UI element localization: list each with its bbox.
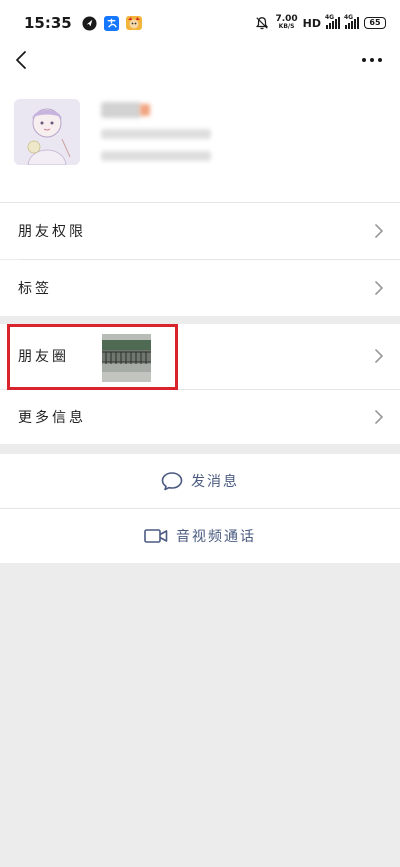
chat-bubble-icon — [161, 472, 183, 491]
menu-item-moments[interactable]: 朋友圈 — [0, 324, 400, 389]
redacted-nickname — [101, 102, 141, 118]
network-speed-unit: KB/S — [278, 23, 295, 30]
video-camera-icon — [144, 529, 168, 543]
video-call-button[interactable]: 音视频通话 — [0, 509, 400, 563]
contact-profile-page: 15:35 7.00 KB/S HD 4G 4G 65 朋友权限 标签 朋友圈 … — [0, 0, 400, 867]
hd-voice-label: HD — [302, 16, 321, 30]
network-speed-value: 7.00 — [275, 14, 298, 24]
status-bar: 15:35 7.00 KB/S HD 4G 4G 65 — [0, 0, 400, 46]
network-speed: 7.00 KB/S — [275, 15, 297, 31]
status-time: 15:35 — [24, 14, 72, 32]
signal-2-network-type: 4G — [344, 14, 354, 21]
chevron-left-icon[interactable] — [12, 48, 30, 72]
send-message-label: 发消息 — [191, 474, 239, 490]
mute-bell-icon — [254, 15, 270, 31]
signal-1-network-type: 4G — [325, 14, 335, 21]
send-message-button[interactable]: 发消息 — [0, 454, 400, 508]
menu-item-label: 朋友权限 — [18, 224, 86, 240]
redacted-gender-badge — [140, 104, 150, 116]
menu-item-label: 更多信息 — [18, 410, 86, 426]
chevron-right-icon — [375, 224, 383, 238]
chevron-right-icon — [375, 281, 383, 295]
status-system-indicators: 7.00 KB/S HD 4G 4G 65 — [254, 14, 386, 31]
menu-item-more-info[interactable]: 更多信息 — [0, 390, 400, 444]
menu-item-friend-permissions[interactable]: 朋友权限 — [0, 203, 400, 259]
menu-item-label: 标签 — [18, 281, 52, 297]
nav-bar — [0, 46, 400, 96]
game-app-icon — [125, 15, 142, 31]
more-dots-icon[interactable] — [362, 54, 384, 66]
signal-strength-1: 4G — [325, 14, 340, 29]
profile-header — [0, 96, 400, 203]
chevron-right-icon — [375, 349, 383, 363]
section-gap — [0, 316, 400, 324]
section-gap — [0, 444, 400, 454]
signal-strength-2: 4G — [344, 14, 359, 29]
menu-item-tags[interactable]: 标签 — [0, 260, 400, 316]
moments-photo-thumbnail — [102, 334, 151, 382]
redacted-wechat-id — [101, 129, 211, 139]
battery-indicator: 65 — [364, 17, 386, 29]
redacted-region — [101, 151, 211, 161]
status-notification-icons — [82, 15, 142, 31]
chevron-right-icon — [375, 410, 383, 424]
video-call-label: 音视频通话 — [176, 529, 256, 545]
app-notification-icon — [82, 15, 98, 31]
avatar[interactable] — [14, 99, 80, 165]
menu-item-label: 朋友圈 — [18, 349, 69, 365]
alipay-icon — [104, 15, 120, 31]
